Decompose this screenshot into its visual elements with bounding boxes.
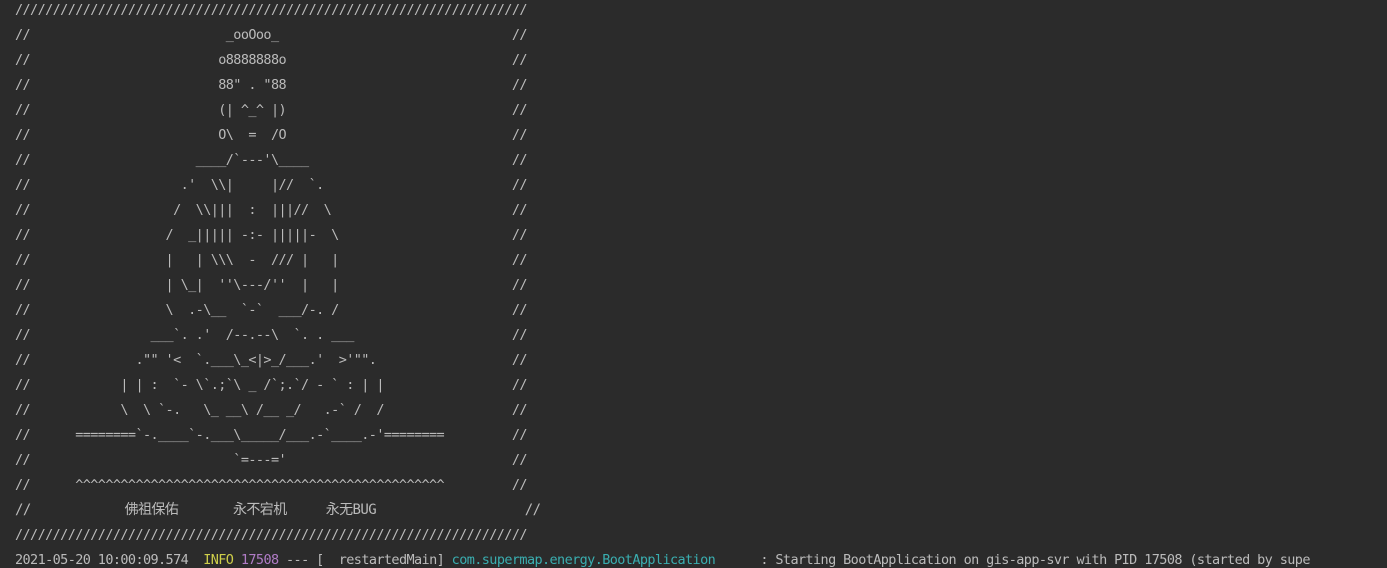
- log-entry: 2021-05-20 10:00:09.574 INFO 17508 --- […: [15, 548, 1310, 568]
- banner-line: // / _||||| -:- |||||- \ //: [15, 227, 527, 243]
- banner-line: ////////////////////////////////////////…: [15, 527, 527, 543]
- banner-line: // \ \ `-. \_ __\ /__ _/ .-` / / //: [15, 402, 527, 418]
- log-separator: ---: [286, 552, 309, 568]
- banner-line: // .' \\| |// `. //: [15, 177, 527, 193]
- banner-blessing-line: // 佛祖保佑 永不宕机 永无BUG //: [15, 502, 541, 518]
- banner-line: // (| ^_^ |) //: [15, 102, 527, 118]
- banner-line: // | \_| ''\---/'' | | //: [15, 277, 527, 293]
- banner-line: // | | \\\ - /// | | //: [15, 252, 527, 268]
- banner-line: // ____/`---'\____ //: [15, 152, 527, 168]
- banner-line: // O\ = /O //: [15, 127, 527, 143]
- banner-line: // ."" '< `.___\_<|>_/___.' >'"". //: [15, 352, 527, 368]
- console-output[interactable]: ////////////////////////////////////////…: [0, 0, 1387, 568]
- banner-line: // \ .-\__ `-` ___/-. / //: [15, 302, 527, 318]
- log-thread: [ restartedMain]: [316, 552, 445, 568]
- banner-line: // / \\||| : |||// \ //: [15, 202, 527, 218]
- banner-line: // o8888888o //: [15, 52, 527, 68]
- log-message: : Starting BootApplication on gis-app-sv…: [760, 552, 1310, 568]
- banner-line: // ========`-.____`-.___\_____/___.-`___…: [15, 427, 527, 443]
- banner-line: // | | : `- \`.;`\ _ /`;.`/ - ` : | | //: [15, 377, 527, 393]
- log-pid: 17508: [240, 552, 279, 568]
- log-level: INFO: [203, 552, 234, 568]
- log-timestamp: 2021-05-20 10:00:09.574: [15, 552, 189, 568]
- banner-line: ////////////////////////////////////////…: [15, 2, 527, 18]
- log-logger-link[interactable]: com.supermap.energy.BootApplication: [452, 552, 716, 568]
- banner-line: // _ooOoo_ //: [15, 27, 527, 43]
- banner-line: // ___`. .' /--.--\ `. . ___ //: [15, 327, 527, 343]
- banner-line: // ^^^^^^^^^^^^^^^^^^^^^^^^^^^^^^^^^^^^^…: [15, 477, 527, 493]
- banner-line: // `=---=' //: [15, 452, 527, 468]
- banner-line: // 88" . "88 //: [15, 77, 527, 93]
